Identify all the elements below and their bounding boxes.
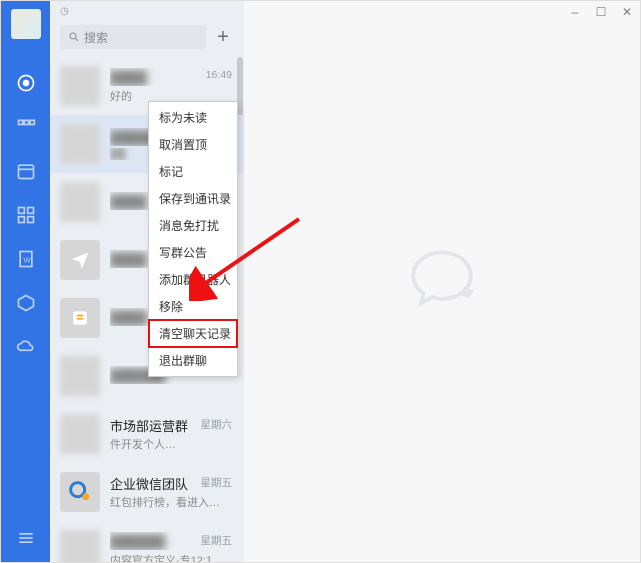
menu-icon[interactable]: [16, 528, 36, 548]
app-window: W ◷ 搜索 + ████: [0, 0, 641, 563]
conversation-preview: 红包排行榜，看进入…: [110, 494, 234, 510]
conversation-time: 16:49: [206, 69, 232, 81]
ctx-unpin[interactable]: 取消置顶: [149, 131, 237, 158]
conversation-preview: 件开发个人…: [110, 436, 234, 452]
conversation-avatar: [60, 298, 100, 338]
conversation-time: 星期五: [201, 533, 233, 548]
svg-text:W: W: [23, 255, 31, 264]
window-controls: – ☐ ✕: [568, 5, 634, 19]
chat-icon[interactable]: [16, 73, 36, 93]
search-icon: [68, 31, 80, 43]
maximize-button[interactable]: ☐: [594, 5, 608, 19]
apps-icon[interactable]: [16, 205, 36, 225]
docs-icon[interactable]: W: [16, 249, 36, 269]
conversation-avatar: [60, 66, 100, 106]
conversation-time: 星期六: [201, 417, 233, 432]
recent-icon: ◷: [60, 6, 69, 17]
ctx-announcement[interactable]: 写群公告: [149, 239, 237, 266]
ctx-mark-unread[interactable]: 标为未读: [149, 104, 237, 131]
conversation-avatar: [60, 182, 100, 222]
ctx-leave-group[interactable]: 退出群聊: [149, 347, 237, 374]
left-rail: W: [1, 1, 50, 562]
calendar-icon[interactable]: [16, 161, 36, 181]
list-top-bar: ◷: [50, 1, 244, 21]
conversation-preview: 内容官方定义·专12:1…: [110, 552, 234, 562]
empty-chat-placeholder: [402, 240, 482, 323]
search-bar: 搜索 +: [50, 21, 244, 57]
conversation-time: 星期五: [201, 475, 233, 490]
search-placeholder: 搜索: [84, 29, 108, 46]
conversation-avatar: [60, 124, 100, 164]
conversation-avatar: [60, 530, 100, 562]
minimize-button[interactable]: –: [568, 5, 582, 19]
conversation-avatar: [60, 472, 100, 512]
new-chat-button[interactable]: +: [212, 26, 234, 48]
conversation-avatar: [60, 414, 100, 454]
conversation-item[interactable]: 市场部运营群 件开发个人… 星期六: [50, 405, 244, 463]
conversation-item[interactable]: 企业微信团队 红包排行榜，看进入… 星期五: [50, 463, 244, 521]
workbench-icon[interactable]: [16, 293, 36, 313]
conversation-avatar: [60, 240, 100, 280]
close-button[interactable]: ✕: [620, 5, 634, 19]
contacts-icon[interactable]: [16, 117, 36, 137]
search-input[interactable]: 搜索: [60, 25, 206, 49]
ctx-clear-history[interactable]: 清空聊天记录: [149, 320, 237, 347]
user-avatar[interactable]: [11, 9, 41, 39]
ctx-mute[interactable]: 消息免打扰: [149, 212, 237, 239]
ctx-remove[interactable]: 移除: [149, 293, 237, 320]
ctx-save-contact[interactable]: 保存到通讯录: [149, 185, 237, 212]
conversation-item[interactable]: ██████ 内容官方定义·专12:1… 星期五: [50, 521, 244, 562]
ctx-tag[interactable]: 标记: [149, 158, 237, 185]
main-chat-area: – ☐ ✕: [244, 1, 640, 562]
cloud-icon[interactable]: [16, 337, 36, 357]
context-menu: 标为未读 取消置顶 标记 保存到通讯录 消息免打扰 写群公告 添加群机器人 移除…: [148, 101, 238, 377]
conversation-avatar: [60, 356, 100, 396]
ctx-add-bot[interactable]: 添加群机器人: [149, 266, 237, 293]
